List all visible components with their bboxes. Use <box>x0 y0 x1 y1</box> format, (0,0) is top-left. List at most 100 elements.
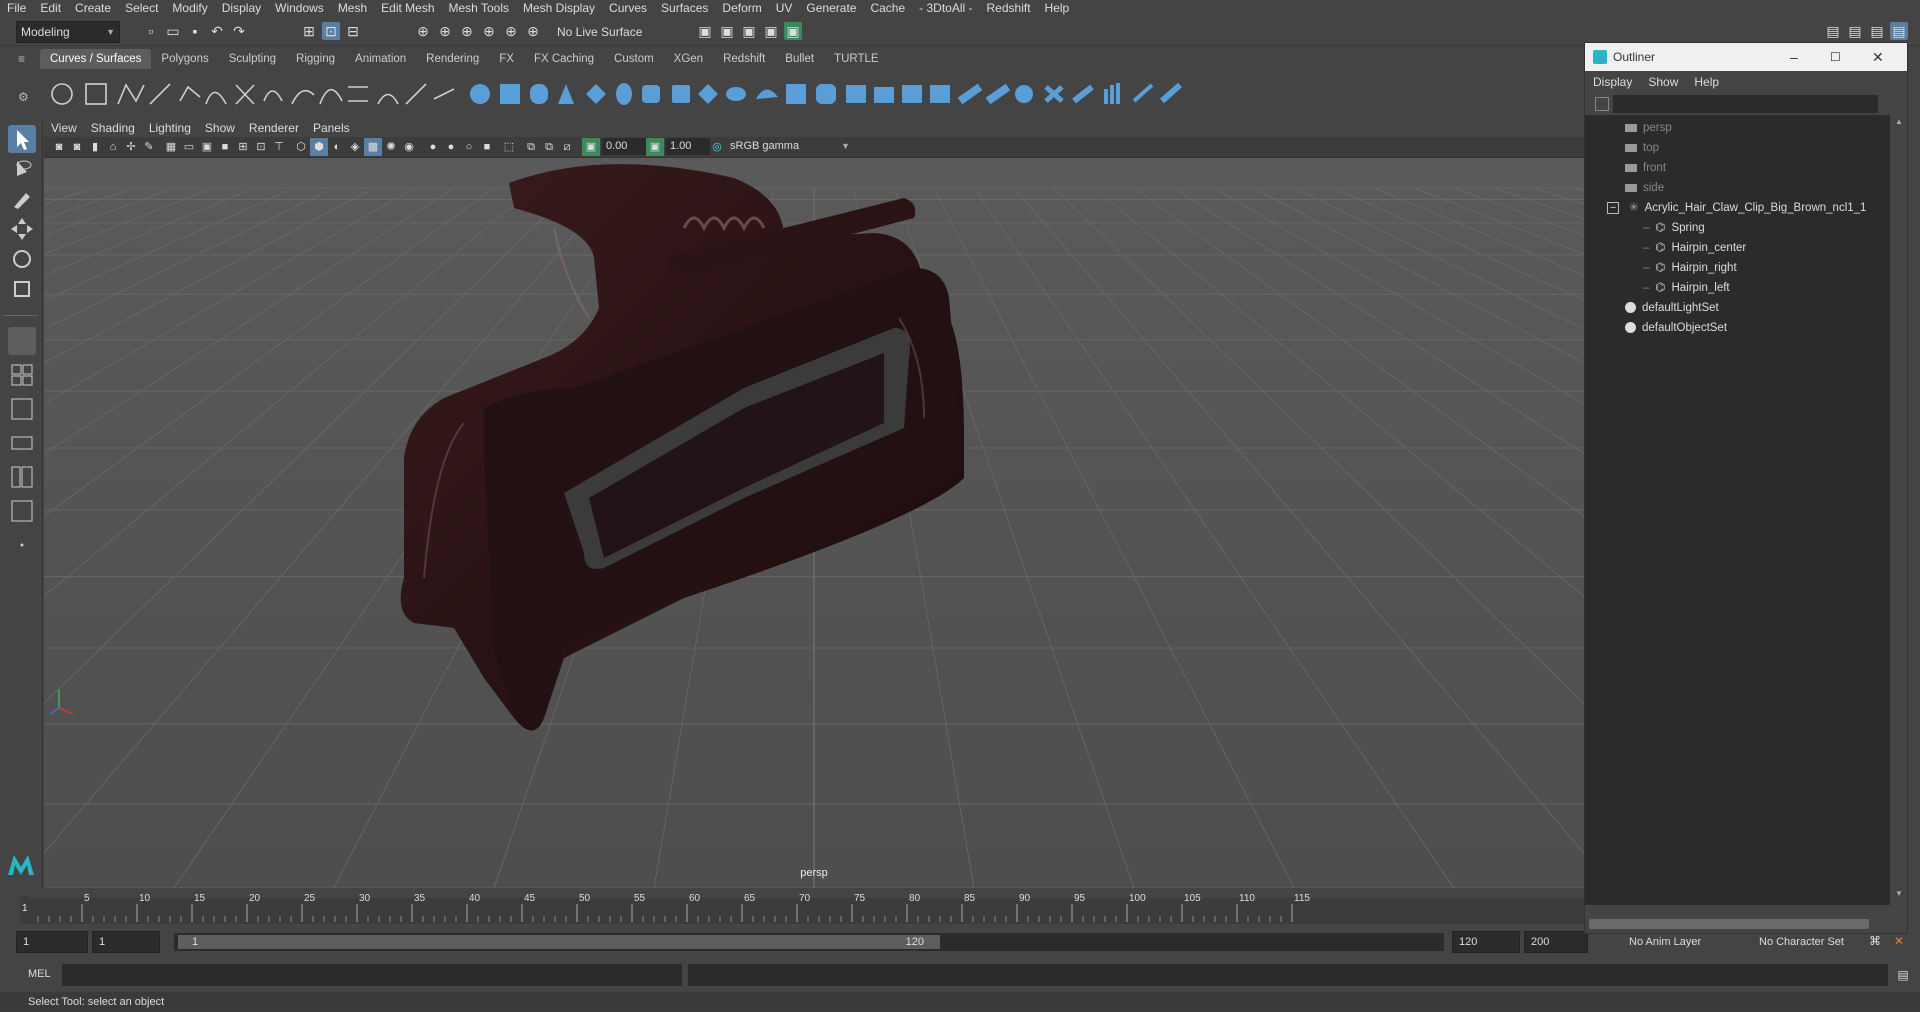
snap-curve-icon[interactable]: ⊕ <box>436 22 454 40</box>
render-current-icon[interactable]: ▣ <box>696 22 714 40</box>
outliner-set-row[interactable]: defaultLightSet <box>1625 298 1719 318</box>
time-slider[interactable]: 1 5 10 15 20 25 30 35 40 45 50 55 60 65 70 75 80 85 90 95 1… <box>0 888 1584 924</box>
undo-icon[interactable]: ↶ <box>208 22 226 40</box>
outliner-child-row[interactable]: – ⌬ Hairpin_left <box>1643 278 1730 298</box>
filter-icon[interactable] <box>1595 97 1609 111</box>
safe-action-icon[interactable]: ⊡ <box>252 138 270 156</box>
motion-blur-icon[interactable]: ● <box>442 138 460 156</box>
outliner-child-row[interactable]: – ⌬ Spring <box>1643 218 1705 238</box>
anim-start-field[interactable]: 1 <box>92 931 160 953</box>
xray-joints-icon[interactable]: ⧉ <box>540 138 558 156</box>
select-object-icon[interactable]: ⊡ <box>322 22 340 40</box>
image-plane-icon[interactable]: ⌂ <box>104 138 122 156</box>
hypershade-icon[interactable]: ▣ <box>762 22 780 40</box>
outliner-child-row[interactable]: – ⌬ Hairpin_center <box>1643 238 1746 258</box>
menu-create[interactable]: Create <box>68 0 118 17</box>
shelf-tab-curves-surfaces[interactable]: Curves / Surfaces <box>40 49 152 69</box>
menu-file[interactable]: File <box>0 0 33 17</box>
camera-icon[interactable]: ◙ <box>50 138 68 156</box>
maximize-icon[interactable]: ☐ <box>1830 43 1841 71</box>
shadows-icon[interactable]: ◉ <box>400 138 418 156</box>
safe-title-icon[interactable]: ⊤ <box>270 138 288 156</box>
gate-mask-icon[interactable]: ■ <box>216 138 234 156</box>
viewport-menu-renderer[interactable]: Renderer <box>242 119 306 137</box>
shelf-tab-polygons[interactable]: Polygons <box>151 49 218 69</box>
range-slider-handle[interactable]: 1 120 <box>178 935 940 949</box>
perspective-viewport[interactable]: persp <box>44 158 1584 888</box>
menu-redshift[interactable]: Redshift <box>980 0 1038 17</box>
exposure-icon[interactable]: ▣ <box>582 138 600 156</box>
animation-prefs-icon[interactable]: ✕ <box>1890 932 1908 950</box>
menu-mesh[interactable]: Mesh <box>331 0 374 17</box>
grease-pencil-icon[interactable]: ✎ <box>140 138 158 156</box>
menu-select[interactable]: Select <box>118 0 165 17</box>
toolbox-more-icon[interactable] <box>8 531 36 559</box>
rotate-tool-icon[interactable] <box>8 245 36 273</box>
gamma-field[interactable]: 1.00 <box>666 138 710 155</box>
menu-curves[interactable]: Curves <box>602 0 654 17</box>
menu-mesh-display[interactable]: Mesh Display <box>516 0 602 17</box>
viewport-menu-panels[interactable]: Panels <box>306 119 357 137</box>
menu-help[interactable]: Help <box>1038 0 1077 17</box>
outliner-camera-row[interactable]: top <box>1625 138 1659 158</box>
uv-editor-layout-icon[interactable] <box>8 497 36 525</box>
use-all-lights-icon[interactable]: ✺ <box>382 138 400 156</box>
wireframe-on-shaded-icon[interactable]: ◈ <box>346 138 364 156</box>
view-transform-dropdown[interactable]: sRGB gamma ▼ <box>726 138 854 155</box>
shelf-tab-turtle[interactable]: TURTLE <box>824 49 889 69</box>
select-hierarchy-icon[interactable]: ⊞ <box>300 22 318 40</box>
save-scene-icon[interactable]: ▪ <box>186 22 204 40</box>
screen-space-ao-icon[interactable]: ● <box>424 138 442 156</box>
menu-edit-mesh[interactable]: Edit Mesh <box>374 0 441 17</box>
persp-graph-layout-icon[interactable] <box>8 429 36 457</box>
shelf-tab-fx[interactable]: FX <box>489 49 524 69</box>
shelf-tab-animation[interactable]: Animation <box>345 49 416 69</box>
shelf-tab-custom[interactable]: Custom <box>604 49 664 69</box>
close-icon[interactable]: ✕ <box>1872 43 1884 71</box>
toggle-channel-box-icon[interactable]: ▤ <box>1868 22 1886 40</box>
isolate-select-icon[interactable]: ⬚ <box>500 138 518 156</box>
outliner-group-row[interactable]: – ✳ Acrylic_Hair_Claw_Clip_Big_Brown_ncl1_… <box>1607 198 1866 218</box>
menu-display[interactable]: Display <box>215 0 268 17</box>
anim-end-field[interactable]: 200 <box>1524 931 1588 953</box>
grid-toggle-icon[interactable]: ▦ <box>162 138 180 156</box>
collapse-icon[interactable]: – <box>1607 201 1619 214</box>
menu-cache[interactable]: Cache <box>863 0 912 17</box>
minimize-icon[interactable]: – <box>1790 43 1798 71</box>
viewport-menu-view[interactable]: View <box>44 119 84 137</box>
command-input[interactable] <box>62 964 682 986</box>
menu-edit[interactable]: Edit <box>33 0 68 17</box>
scroll-down-icon[interactable]: ▼ <box>1895 889 1903 898</box>
outliner-camera-row[interactable]: persp <box>1625 118 1672 138</box>
script-editor-icon[interactable]: ▤ <box>1894 966 1912 984</box>
shelf-tab-rigging[interactable]: Rigging <box>286 49 345 69</box>
default-material-icon[interactable]: ◐ <box>328 138 346 156</box>
snap-surface-icon[interactable]: ⊕ <box>502 22 520 40</box>
toggle-workspace-icon[interactable]: ▤ <box>1824 22 1842 40</box>
outliner-camera-row[interactable]: front <box>1625 158 1666 178</box>
range-slider[interactable]: 1 120 <box>174 933 1444 951</box>
bookmark-icon[interactable]: ▮ <box>86 138 104 156</box>
lasso-tool-icon[interactable] <box>8 155 36 183</box>
paint-select-tool-icon[interactable] <box>8 185 36 213</box>
toggle-attribute-editor-icon[interactable]: ▤ <box>1846 22 1864 40</box>
textured-icon[interactable]: ▩ <box>364 138 382 156</box>
outliner-camera-row[interactable]: side <box>1625 178 1664 198</box>
xray-components-icon[interactable]: ⧄ <box>558 138 576 156</box>
snap-live-icon[interactable]: ⊕ <box>524 22 542 40</box>
workspace-dropdown[interactable]: Modeling ▼ <box>16 21 120 43</box>
select-component-icon[interactable]: ⊟ <box>344 22 362 40</box>
xray-icon[interactable]: ⧉ <box>522 138 540 156</box>
start-time-field[interactable]: 1 <box>16 931 88 953</box>
shelf-settings-icon[interactable]: ⚙ <box>18 90 34 106</box>
toggle-outliner-icon[interactable]: ▤ <box>1890 22 1908 40</box>
select-tool-icon[interactable] <box>8 125 36 153</box>
field-chart-icon[interactable]: ⊞ <box>234 138 252 156</box>
outliner-set-row[interactable]: defaultObjectSet <box>1625 318 1727 338</box>
outliner-menu-help[interactable]: Help <box>1686 71 1727 93</box>
menu-windows[interactable]: Windows <box>268 0 331 17</box>
scroll-up-icon[interactable]: ▲ <box>1895 117 1903 126</box>
menu-uv[interactable]: UV <box>769 0 800 17</box>
menu-3dtoall[interactable]: - 3DtoAll - <box>912 0 979 17</box>
film-gate-icon[interactable]: ▭ <box>180 138 198 156</box>
